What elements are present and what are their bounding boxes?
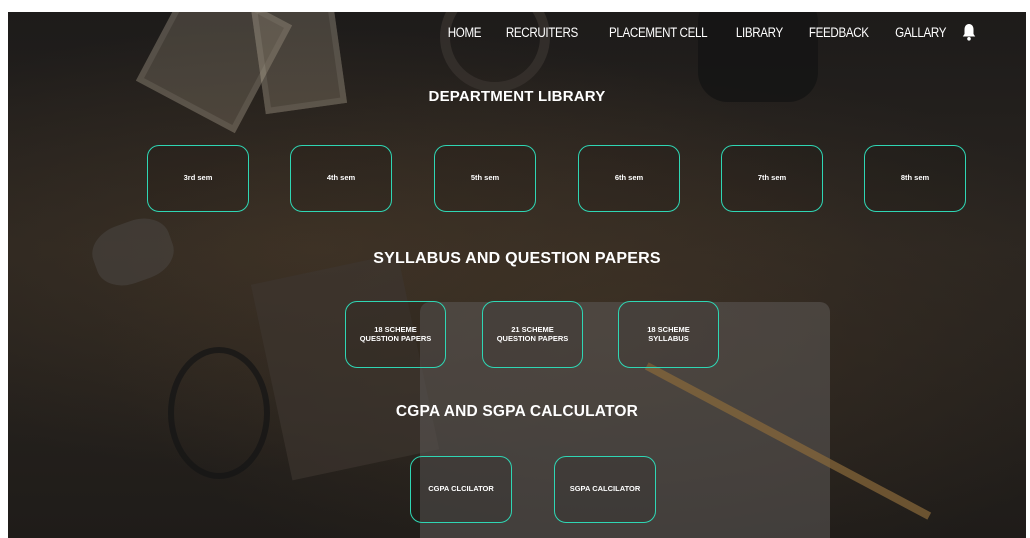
button-line: QUESTION PAPERS [496,333,569,343]
sem-5-button[interactable]: 5th sem [434,145,536,212]
nav-home[interactable]: HOME [447,25,481,40]
sem-6-button[interactable]: 6th sem [578,145,680,212]
calculator-title: CGPA AND SGPA CALCULATOR [395,403,639,420]
syllabus-title: SYLLABUS AND QUESTION PAPERS [373,250,661,267]
sem-4-button[interactable]: 4th sem [290,145,392,212]
18-scheme-question-papers-button[interactable]: 18 SCHEME QUESTION PAPERS [345,301,446,368]
sem-7-button[interactable]: 7th sem [721,145,823,212]
background-photo [135,12,293,134]
bell-icon[interactable] [960,22,978,42]
nav-feedback[interactable]: FEEDBACK [809,25,869,40]
18-scheme-syllabus-button[interactable]: 18 SCHEME SYLLABUS [618,301,719,368]
button-line: SYLLABUS [648,333,689,343]
sem-8-button[interactable]: 8th sem [864,145,966,212]
page-background: HOME RECRUITERS PLACEMENT CELL LIBRARY F… [8,12,1026,538]
21-scheme-question-papers-button[interactable]: 21 SCHEME QUESTION PAPERS [482,301,583,368]
nav-gallary[interactable]: GALLARY [895,25,946,40]
background-pencil [644,362,932,520]
department-library-title: DEPARTMENT LIBRARY [428,88,606,105]
nav-placement-cell[interactable]: PLACEMENT CELL [609,25,708,40]
nav-library[interactable]: LIBRARY [736,25,783,40]
sem-3-button[interactable]: 3rd sem [147,145,249,212]
button-line: QUESTION PAPERS [359,333,432,343]
top-navigation: HOME RECRUITERS PLACEMENT CELL LIBRARY F… [428,22,978,42]
nav-recruiters[interactable]: RECRUITERS [506,25,578,40]
sgpa-calculator-button[interactable]: SGPA CALCILATOR [554,456,656,523]
cgpa-calculator-button[interactable]: CGPA CLCILATOR [410,456,512,523]
